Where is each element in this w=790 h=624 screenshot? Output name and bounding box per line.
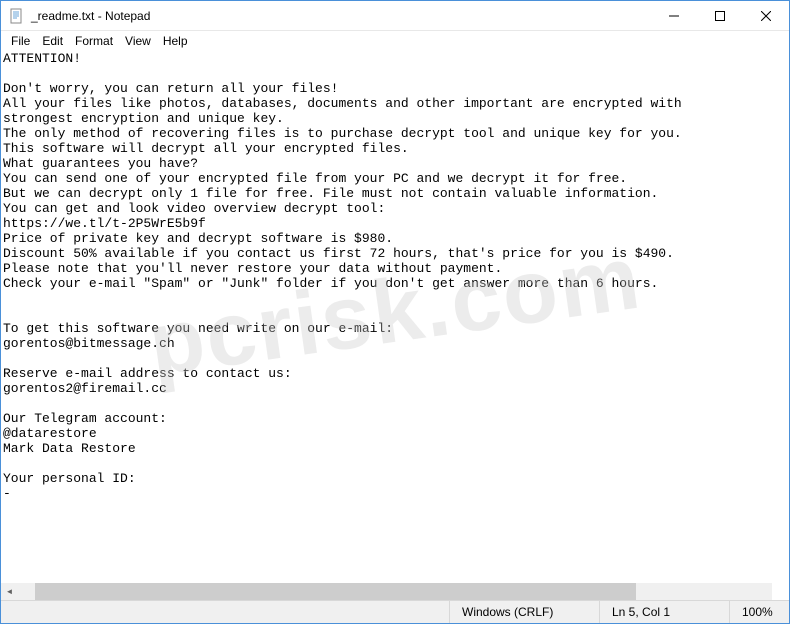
document-text[interactable]: ATTENTION! Don't worry, you can return a… xyxy=(1,51,789,501)
scroll-thumb-h[interactable] xyxy=(35,583,636,600)
menu-view[interactable]: View xyxy=(119,32,157,50)
menu-help[interactable]: Help xyxy=(157,32,194,50)
close-button[interactable] xyxy=(743,1,789,31)
titlebar: _readme.txt - Notepad xyxy=(1,1,789,31)
menu-file[interactable]: File xyxy=(5,32,36,50)
menubar: File Edit Format View Help xyxy=(1,31,789,51)
window-title: _readme.txt - Notepad xyxy=(31,9,651,23)
text-editor-area[interactable]: ATTENTION! Don't worry, you can return a… xyxy=(1,51,789,600)
maximize-button[interactable] xyxy=(697,1,743,31)
status-encoding: Windows (CRLF) xyxy=(449,601,599,623)
minimize-button[interactable] xyxy=(651,1,697,31)
status-zoom: 100% xyxy=(729,601,789,623)
window-controls xyxy=(651,1,789,30)
statusbar: Windows (CRLF) Ln 5, Col 1 100% xyxy=(1,600,789,623)
notepad-icon xyxy=(9,8,25,24)
status-position: Ln 5, Col 1 xyxy=(599,601,729,623)
menu-format[interactable]: Format xyxy=(69,32,119,50)
menu-edit[interactable]: Edit xyxy=(36,32,69,50)
horizontal-scrollbar[interactable]: ◄ xyxy=(1,583,772,600)
scroll-left-arrow[interactable]: ◄ xyxy=(1,583,18,600)
